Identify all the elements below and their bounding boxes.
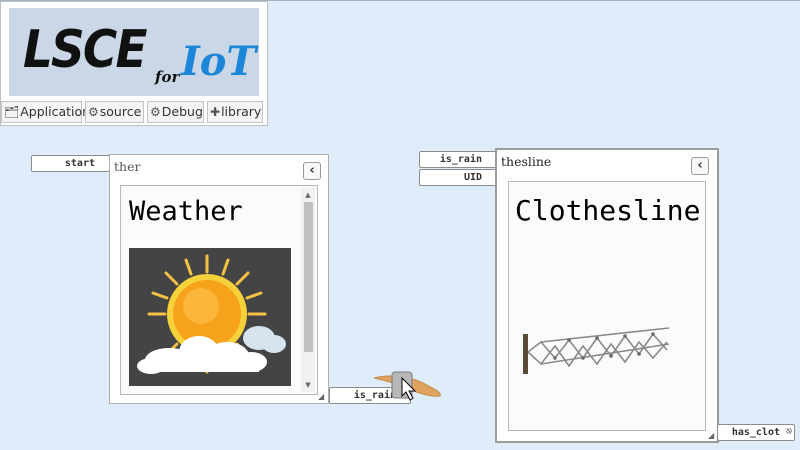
port-label-start: start bbox=[64, 158, 95, 169]
connection-wire[interactable] bbox=[370, 368, 445, 402]
weather-heading: Weather bbox=[129, 196, 243, 227]
scroll-down-icon[interactable]: ▼ bbox=[303, 380, 313, 390]
logo-text-for: for bbox=[155, 68, 180, 86]
logo-panel: LSCE for IoT 🗂Application ⚙source ⚙Debug… bbox=[0, 1, 268, 126]
logo-text-lsce: LSCE bbox=[23, 20, 147, 80]
weather-component[interactable]: ther ‹ Weather ▲ ▼ ◢ bbox=[109, 154, 329, 404]
resize-grip-icon[interactable]: ◢ bbox=[708, 432, 716, 440]
clothesline-component[interactable]: thesline ‹ Clothesline ◢ bbox=[495, 148, 719, 443]
weather-component-title: ther bbox=[114, 159, 141, 174]
clothesline-image bbox=[519, 324, 679, 380]
clothesline-uid-port[interactable]: UID bbox=[419, 169, 497, 186]
clothesline-content: Clothesline bbox=[508, 181, 706, 431]
source-button[interactable]: ⚙source bbox=[85, 101, 144, 123]
weather-scrollbar[interactable]: ▲ ▼ bbox=[301, 188, 315, 392]
clothesline-is-rain-port[interactable]: is_rain bbox=[419, 151, 497, 168]
library-label: library bbox=[221, 104, 262, 119]
port-label-has-clot: has_clot bbox=[731, 427, 780, 438]
weather-start-port[interactable]: start bbox=[31, 155, 110, 172]
gear-icon: ⚙ bbox=[88, 105, 99, 119]
sun-cloud-icon bbox=[137, 254, 286, 374]
weather-content: Weather ▲ ▼ bbox=[120, 185, 318, 395]
drying-rack-icon bbox=[523, 327, 670, 374]
clothesline-component-title: thesline bbox=[501, 154, 552, 169]
debug-button[interactable]: ⚙Debug bbox=[147, 101, 204, 123]
scrollbar-thumb[interactable] bbox=[304, 202, 313, 352]
gear-icon: ⚙ bbox=[150, 105, 161, 119]
port-label-is-rain-in: is_rain bbox=[439, 154, 482, 165]
source-label: source bbox=[99, 104, 142, 119]
resize-grip-icon[interactable]: ◢ bbox=[318, 393, 326, 401]
port-label-uid: UID bbox=[463, 172, 482, 183]
wire-drag-handle[interactable] bbox=[370, 368, 445, 402]
folder-open-icon: 🗂 bbox=[4, 105, 20, 119]
debug-label: Debug bbox=[161, 104, 203, 119]
scroll-up-icon[interactable]: ▲ bbox=[303, 190, 313, 200]
plus-icon: ✚ bbox=[210, 105, 221, 119]
weather-sun-cloud-image bbox=[129, 248, 291, 386]
clothesline-heading: Clothesline bbox=[515, 194, 701, 227]
output-port-icon: ⎋ bbox=[785, 426, 792, 437]
library-button[interactable]: ✚library bbox=[207, 101, 263, 123]
weather-collapse-button[interactable]: ‹ bbox=[303, 162, 321, 180]
app-logo: LSCE for IoT bbox=[9, 8, 259, 96]
clothesline-collapse-button[interactable]: ‹ bbox=[691, 157, 709, 175]
chevron-left-icon: ‹ bbox=[309, 163, 315, 178]
application-label: Application bbox=[20, 104, 91, 119]
chevron-left-icon: ‹ bbox=[697, 158, 703, 173]
clothesline-has-clot-port[interactable]: has_clot ⎋ bbox=[717, 424, 795, 441]
logo-text-iot: IoT bbox=[181, 38, 257, 85]
application-button[interactable]: 🗂Application bbox=[1, 101, 90, 123]
